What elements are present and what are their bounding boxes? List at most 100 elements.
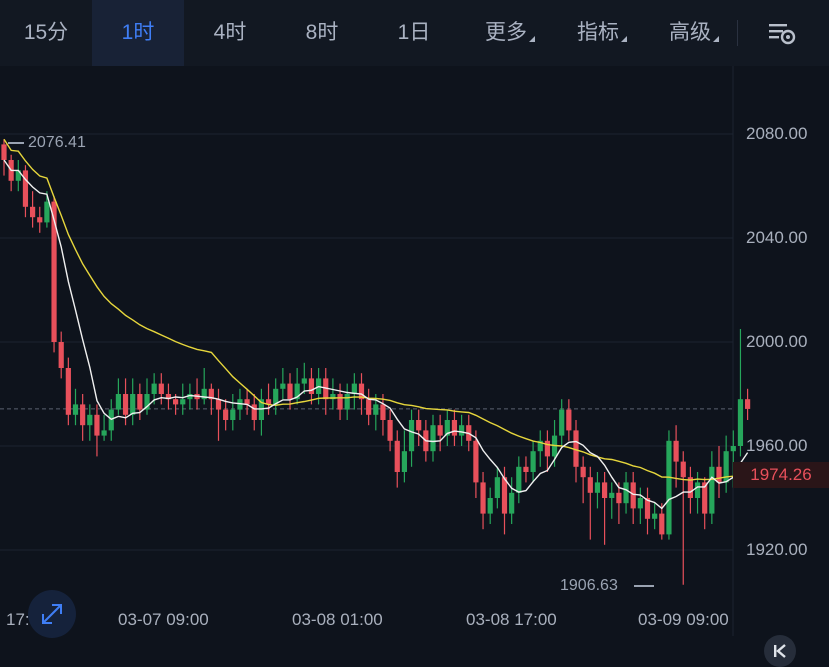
candle-body xyxy=(659,513,665,535)
tab-timeframe[interactable]: 8时 xyxy=(276,0,368,66)
candle-body xyxy=(223,409,229,420)
candle-body xyxy=(616,492,622,504)
tab-timeframe[interactable]: 更多 xyxy=(460,0,552,66)
candle-body xyxy=(287,383,293,400)
candle-body xyxy=(602,482,608,498)
candle-body xyxy=(480,482,486,514)
candle-body xyxy=(501,477,508,514)
candle-body xyxy=(115,394,121,410)
candle-body xyxy=(416,420,422,431)
time-axis-label: 03-07 09:00 xyxy=(118,610,209,629)
price-axis-label: 1920.00 xyxy=(746,540,808,559)
candle-body xyxy=(544,440,550,457)
candle-body xyxy=(280,383,286,389)
chart-settings-button[interactable] xyxy=(764,18,800,48)
candle-body xyxy=(380,404,386,420)
chevron-left-bar-icon xyxy=(774,644,786,658)
candle-body xyxy=(637,498,643,509)
candle-body xyxy=(301,378,307,384)
candle-body xyxy=(1,144,7,160)
candle-body xyxy=(137,394,143,410)
tab-timeframe[interactable]: 15分 xyxy=(0,0,92,66)
price-axis-label: 2000.00 xyxy=(746,332,808,351)
scroll-to-latest-button[interactable] xyxy=(764,635,796,667)
low-price-marker: 1906.63 xyxy=(560,577,618,594)
candle-body xyxy=(337,394,343,410)
tab-label: 15分 xyxy=(23,21,69,44)
tab-timeframe[interactable]: 高级 xyxy=(644,0,736,66)
tab-timeframe[interactable]: 1时 xyxy=(92,0,184,66)
candle-body xyxy=(44,201,50,223)
tab-label: 1时 xyxy=(121,21,155,44)
candlestick-chart[interactable]: 2080.00 2040.00 2000.00 1960.00 1920.00 … xyxy=(0,66,829,667)
timeframe-toolbar: 15分 1时 4时 8时 1日 更多 指标 高级 xyxy=(0,0,829,66)
tab-timeframe[interactable]: 1日 xyxy=(368,0,460,66)
dropdown-caret-icon xyxy=(529,36,535,42)
candle-body xyxy=(215,399,222,410)
candle-body xyxy=(130,394,136,415)
candle-body xyxy=(709,466,715,514)
time-axis-label: 03-08 17:00 xyxy=(466,610,557,629)
price-axis-label: 2040.00 xyxy=(746,228,808,247)
candle-body xyxy=(58,342,64,368)
candle-body xyxy=(37,217,43,223)
price-axis-label: 1960.00 xyxy=(746,436,808,455)
candle-body xyxy=(401,451,407,472)
tab-timeframe[interactable]: 4时 xyxy=(184,0,276,66)
chart-plot-area xyxy=(0,66,751,636)
tab-label: 高级 xyxy=(669,21,711,44)
candle-body xyxy=(30,206,36,218)
candle-body xyxy=(559,409,565,436)
candle-body xyxy=(716,466,722,483)
dropdown-caret-icon xyxy=(713,36,719,42)
candle-body xyxy=(151,383,157,394)
price-axis-label: 2080.00 xyxy=(746,124,808,143)
candle-body xyxy=(230,409,236,420)
candle-body xyxy=(173,399,179,405)
candle-body xyxy=(487,498,493,514)
candle-body xyxy=(344,394,350,410)
candle-body xyxy=(373,404,379,415)
candle-body xyxy=(473,440,479,483)
candle-body xyxy=(430,425,436,452)
candle-body xyxy=(94,414,100,436)
candle-body xyxy=(101,430,107,436)
candle-body xyxy=(437,425,443,436)
candle-body xyxy=(180,399,186,405)
candle-body xyxy=(694,482,701,498)
tab-label: 更多 xyxy=(485,21,527,44)
candle-body xyxy=(459,425,465,436)
time-axis-label: 03-08 01:00 xyxy=(292,610,383,629)
candle-body xyxy=(308,378,315,394)
candle-body xyxy=(494,477,500,498)
candle-body xyxy=(630,482,636,509)
candle-body xyxy=(451,420,458,436)
fullscreen-button[interactable] xyxy=(28,590,76,638)
candle-body xyxy=(730,446,736,452)
candle-body xyxy=(623,482,629,504)
ma-fast-line xyxy=(3,159,749,510)
candle-body xyxy=(22,170,29,207)
candle-body xyxy=(72,404,79,415)
candle-body xyxy=(666,440,672,535)
tab-timeframe[interactable]: 指标 xyxy=(552,0,644,66)
candle-body xyxy=(80,404,86,426)
last-price-tag: 1974.26 xyxy=(733,462,829,488)
candle-body xyxy=(609,492,615,498)
candle-body xyxy=(366,399,372,415)
candle-body xyxy=(87,414,93,426)
tab-label: 8时 xyxy=(305,21,339,44)
candle-body xyxy=(509,492,515,514)
toolbar-divider xyxy=(737,20,738,46)
candle-body xyxy=(158,383,164,394)
high-price-marker: 2076.41 xyxy=(28,134,86,151)
candle-body xyxy=(122,394,129,415)
tab-label: 1日 xyxy=(397,21,431,44)
candle-body xyxy=(745,399,751,409)
candle-body xyxy=(680,461,686,478)
candle-body xyxy=(251,404,257,420)
candle-body xyxy=(530,451,536,472)
candle-body xyxy=(516,466,522,493)
candle-body xyxy=(566,409,572,431)
tab-label: 指标 xyxy=(577,21,619,44)
